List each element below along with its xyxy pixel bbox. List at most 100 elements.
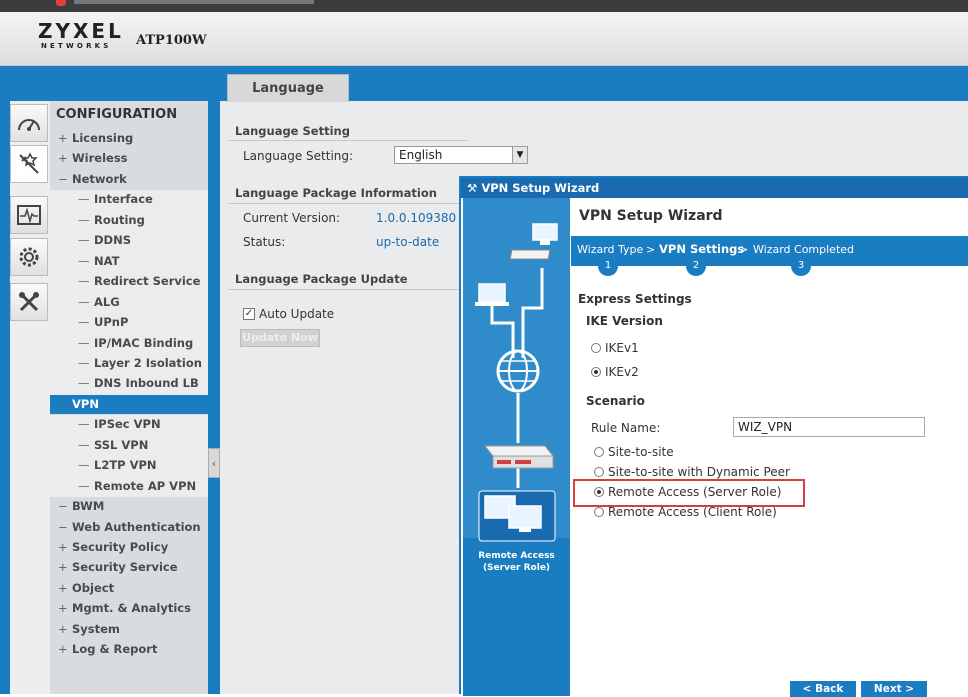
- ikev2-radio[interactable]: IKEv2: [591, 365, 639, 379]
- menu-item-label: Interface: [94, 192, 153, 207]
- illustration-caption-line1: Remote Access: [478, 551, 555, 561]
- menu-item[interactable]: − Web Authentication: [50, 518, 208, 537]
- tab-language[interactable]: Language: [227, 74, 349, 102]
- menu-item[interactable]: + Security Service: [50, 558, 208, 577]
- expand-icon: +: [58, 131, 68, 145]
- collapse-icon: —: [78, 335, 90, 350]
- menu-item[interactable]: — IPSec VPN: [50, 415, 208, 434]
- radio-indicator: [594, 447, 604, 457]
- menu-item[interactable]: — SSL VPN: [50, 436, 208, 455]
- menu-item[interactable]: + Licensing: [50, 129, 208, 148]
- menu-item[interactable]: — Interface: [50, 190, 208, 209]
- menu-item[interactable]: — Redirect Service: [50, 272, 208, 291]
- menu-item[interactable]: — L2TP VPN: [50, 456, 208, 475]
- collapse-icon: —: [78, 294, 90, 309]
- collapse-icon: —: [78, 315, 90, 330]
- logo-tagline: NETWORKS: [41, 42, 112, 50]
- language-setting-label: Language Setting:: [243, 149, 354, 163]
- update-now-button[interactable]: Update Now: [240, 329, 320, 347]
- step-number-3: 3: [791, 256, 811, 276]
- menu-item[interactable]: − Network: [50, 170, 208, 189]
- menu-item[interactable]: — Routing: [50, 211, 208, 230]
- collapse-icon: —: [78, 376, 90, 391]
- scenario-label: Site-to-site with Dynamic Peer: [608, 465, 790, 479]
- menu-item[interactable]: — ALG: [50, 293, 208, 312]
- menu-item[interactable]: + Security Policy: [50, 538, 208, 557]
- chevron-down-icon: ▼: [512, 147, 527, 163]
- expand-icon: +: [58, 580, 68, 595]
- language-select[interactable]: English ▼: [394, 146, 528, 164]
- menu-item-label: Mgmt. & Analytics: [72, 601, 191, 616]
- wizard-illustration-panel: Remote Access (Server Role): [463, 198, 570, 696]
- wizard-tools-icon: ⚒: [467, 181, 478, 195]
- menu-title: CONFIGURATION: [56, 107, 178, 122]
- menu-item[interactable]: — Layer 2 Isolation: [50, 354, 208, 373]
- expand-icon: +: [58, 540, 68, 554]
- next-button[interactable]: Next >: [861, 681, 927, 697]
- menu-item[interactable]: − VPN: [50, 394, 208, 414]
- menu-item[interactable]: + System: [50, 620, 208, 639]
- menu-item[interactable]: — IP/MAC Binding: [50, 334, 208, 353]
- illustration-caption: Remote Access (Server Role): [463, 550, 570, 574]
- menu-item[interactable]: + Log & Report: [50, 640, 208, 659]
- menu-item[interactable]: — NAT: [50, 252, 208, 271]
- maintenance-gear-icon[interactable]: [10, 238, 48, 276]
- illustration-caption-line2: (Server Role): [482, 563, 551, 573]
- monitor-icon[interactable]: [10, 196, 48, 234]
- tools-icon[interactable]: [10, 283, 48, 321]
- language-select-value: English: [399, 148, 443, 162]
- wizard-window-title: VPN Setup Wizard: [481, 181, 600, 195]
- menu-item-label: Object: [72, 580, 115, 595]
- back-button[interactable]: < Back: [790, 681, 856, 697]
- menu-item-label: VPN: [72, 396, 99, 411]
- ikev1-radio[interactable]: IKEv1: [591, 341, 639, 355]
- menu-item[interactable]: + Wireless: [50, 149, 208, 168]
- divider: [228, 203, 468, 204]
- menu-item-label: Layer 2 Isolation: [94, 355, 202, 370]
- auto-update-checkbox[interactable]: ✓: [243, 308, 255, 320]
- expand-icon: +: [58, 151, 68, 166]
- wizard-titlebar: ⚒ VPN Setup Wizard: [461, 178, 968, 198]
- collapse-icon: —: [78, 212, 90, 227]
- zyxel-logo: ZYXEL NETWORKS: [38, 20, 121, 51]
- menu-item[interactable]: — UPnP: [50, 313, 208, 332]
- ikev2-label: IKEv2: [605, 365, 639, 379]
- radio-indicator: [594, 467, 604, 477]
- browser-tab-icon: [56, 0, 66, 6]
- menu-item-label: BWM: [72, 499, 105, 514]
- expand-icon: +: [58, 601, 68, 616]
- collapse-icon: —: [78, 458, 90, 473]
- current-version-value: 1.0.0.109380: [376, 211, 457, 225]
- menu-item-label: Log & Report: [72, 642, 158, 657]
- menu-item[interactable]: — Remote AP VPN: [50, 477, 208, 496]
- menu-item-label: Web Authentication: [72, 519, 201, 534]
- scenario-dynamic-peer-radio[interactable]: Site-to-site with Dynamic Peer: [594, 465, 790, 479]
- dashboard-icon[interactable]: [10, 104, 48, 142]
- scenario-label: Remote Access (Client Role): [608, 505, 777, 519]
- menu-item-label: Security Policy: [72, 540, 169, 554]
- menu-item-label: Network: [72, 171, 127, 186]
- menu-item-label: ALG: [94, 294, 120, 309]
- menu-item[interactable]: − BWM: [50, 497, 208, 516]
- menu-item[interactable]: + Object: [50, 579, 208, 598]
- menu-item[interactable]: + Mgmt. & Analytics: [50, 599, 208, 618]
- step-wizard-type: Wizard Type: [577, 243, 644, 256]
- rule-name-input[interactable]: WIZ_VPN: [733, 417, 925, 437]
- status-value: up-to-date: [376, 235, 440, 249]
- menu-item-label: Security Service: [72, 560, 178, 575]
- step-number-1: 1: [598, 256, 618, 276]
- menu-item-label: Wireless: [72, 151, 128, 166]
- menu-item[interactable]: — DDNS: [50, 231, 208, 250]
- expand-icon: +: [58, 642, 68, 657]
- rule-name-label: Rule Name:: [591, 421, 661, 435]
- collapse-icon: −: [58, 499, 68, 514]
- collapse-menu-chevron-icon[interactable]: ‹: [208, 448, 220, 478]
- scenario-site-to-site-radio[interactable]: Site-to-site: [594, 445, 674, 459]
- menu-item[interactable]: — DNS Inbound LB: [50, 374, 208, 393]
- wizard-heading: VPN Setup Wizard: [579, 208, 723, 224]
- configuration-icon[interactable]: [10, 145, 48, 183]
- collapse-icon: —: [78, 417, 90, 432]
- language-setting-header: Language Setting: [235, 124, 350, 138]
- menu-item-label: IP/MAC Binding: [94, 335, 194, 350]
- scenario-remote-access-client-radio[interactable]: Remote Access (Client Role): [594, 505, 777, 519]
